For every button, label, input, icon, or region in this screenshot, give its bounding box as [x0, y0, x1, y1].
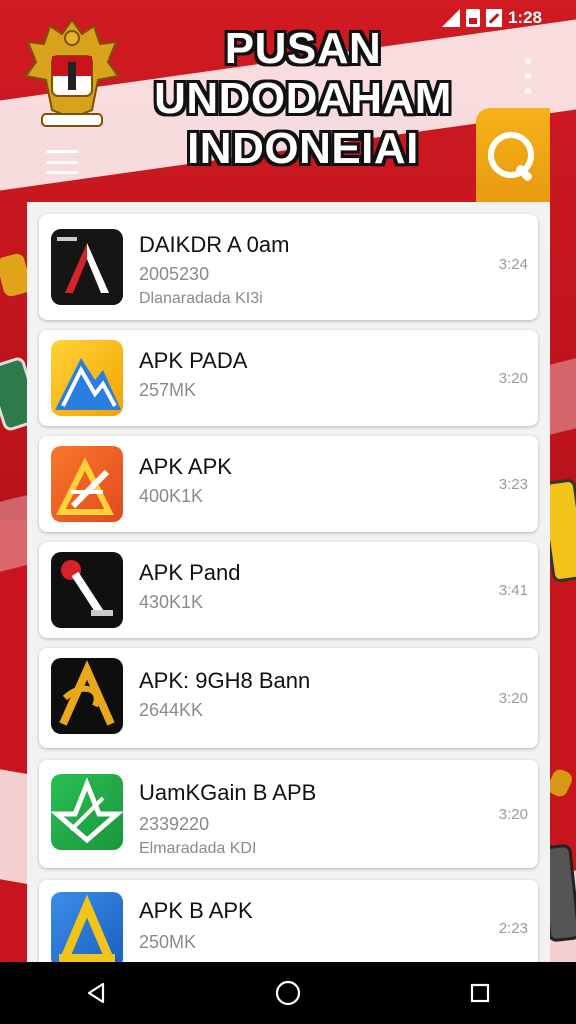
app-icon-green-star [51, 774, 123, 850]
list-item[interactable]: UamKGain B APB 2339220 Elmaradada KDI 3:… [39, 760, 538, 868]
app-size: 257MK [139, 380, 197, 400]
app-icon-blue-mountain [51, 340, 123, 416]
back-icon [87, 982, 105, 1004]
app-icon-black-gold-a [51, 658, 123, 734]
app-size: 2339220 [139, 814, 210, 834]
list-item[interactable]: DAIKDR A 0am 2005230 Dlanaradada KI3i 3:… [39, 214, 538, 320]
app-name: APK Pand [139, 560, 241, 585]
app-time: 3:20 [498, 370, 528, 387]
app-time: 3:23 [498, 476, 528, 493]
app-name: DAIKDR A 0am [139, 232, 290, 257]
hamburger-menu-icon[interactable] [46, 150, 78, 174]
app-icon-a-black [51, 229, 123, 305]
app-size: 250MK [139, 932, 197, 952]
battery-icon [485, 9, 502, 27]
list-item[interactable]: APK APK 400K1K 3:23 [39, 436, 538, 532]
app-icon-blue-gold-a [51, 892, 123, 962]
app-name: APK APK [139, 454, 232, 479]
app-size: 2005230 [139, 264, 210, 284]
app-size: 430K1K [139, 592, 204, 612]
search-button[interactable] [476, 108, 550, 202]
app-time: 2:23 [498, 920, 528, 937]
app-time: 3:24 [498, 256, 528, 273]
back-button[interactable] [66, 968, 126, 1018]
app-size: 400K1K [139, 486, 204, 506]
list-item[interactable]: APK: 9GH8 Bann 2644KK 3:20 [39, 648, 538, 748]
list-item[interactable]: APK PADA 257MK 3:20 [39, 330, 538, 426]
list-item[interactable]: APK Pand 430K1K 3:41 [39, 542, 538, 638]
app-title: PUSAN UNDODAHAM INDONEIAI [128, 24, 478, 174]
app-name: APK B APK [139, 898, 253, 923]
recents-button[interactable] [450, 968, 510, 1018]
app-icon-black-pin [51, 552, 123, 628]
home-icon [275, 980, 301, 1006]
app-name: APK: 9GH8 Bann [139, 668, 311, 693]
title-line: UNDODAHAM [154, 74, 452, 123]
app-icon-orange-pencil [51, 446, 123, 522]
app-time: 3:20 [498, 806, 528, 823]
navigation-bar [0, 962, 576, 1024]
status-time: 1:28 [507, 8, 542, 27]
app-developer: Dlanaradada KI3i [139, 290, 263, 307]
title-line: INDONEIAI [187, 124, 419, 173]
app-name: APK PADA [139, 348, 248, 373]
app-time: 3:20 [498, 690, 528, 707]
app-name: UamKGain B APB [139, 780, 317, 805]
home-button[interactable] [258, 968, 318, 1018]
app-developer: Elmaradada KDI [139, 840, 257, 857]
recents-icon [470, 983, 490, 1003]
app-list[interactable]: DAIKDR A 0am 2005230 Dlanaradada KI3i 3:… [27, 202, 550, 962]
app-size: 2644KK [139, 700, 204, 720]
title-line: PUSAN [224, 24, 382, 73]
garuda-emblem-icon [22, 14, 122, 132]
app-time: 3:41 [498, 582, 528, 599]
more-vert-icon[interactable] [520, 58, 536, 94]
list-item[interactable]: APK B APK 250MK 2:23 [39, 880, 538, 962]
